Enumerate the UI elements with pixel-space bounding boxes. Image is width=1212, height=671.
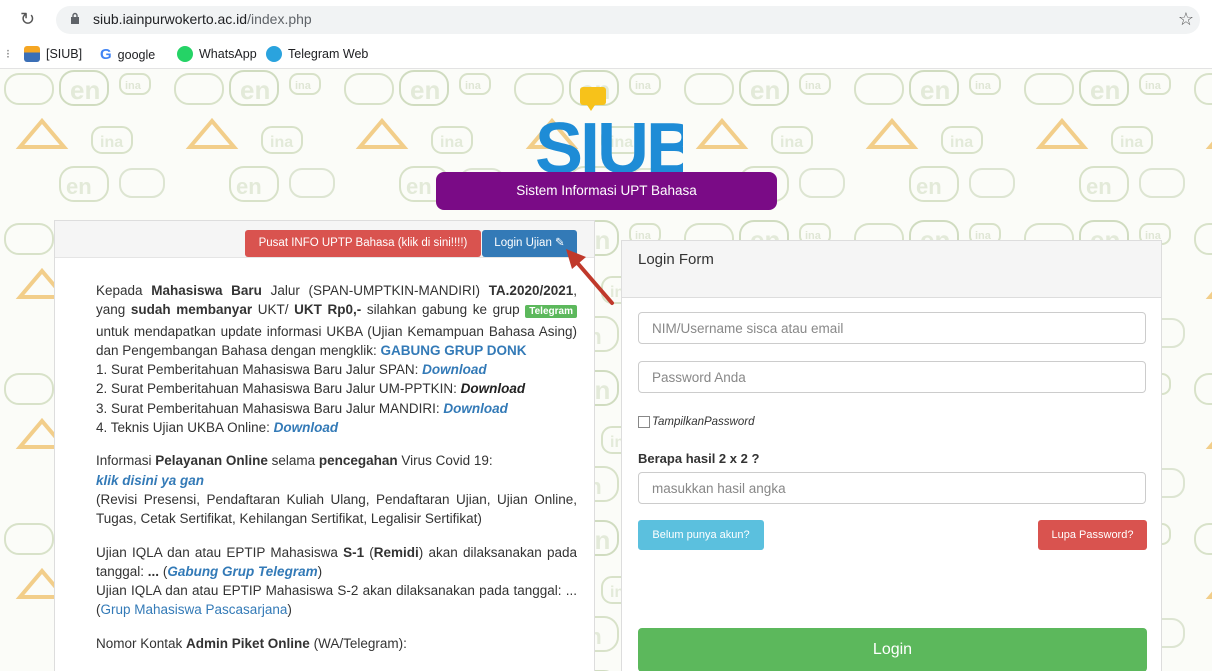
bookmarks-bar: ⁝ [SIUB] G google WhatsApp Telegram Web	[0, 40, 1212, 69]
text: Remidi	[373, 544, 419, 560]
postgrad-group-link[interactable]: Grup Mahasiswa Pascasarjana	[101, 602, 288, 617]
download-link[interactable]: Download	[443, 401, 508, 416]
text: sudah membanyar	[130, 302, 253, 318]
text: Ujian IQLA dan atau EPTIP Mahasiswa	[96, 544, 344, 560]
list-item: 4. Teknis Ujian UKBA Online: Download	[96, 418, 577, 437]
show-password-label: TampilkanPassword	[652, 416, 755, 428]
siub-favicon-icon	[24, 46, 40, 62]
register-button[interactable]: Belum punya akun?	[638, 520, 764, 550]
text: S-1	[343, 544, 365, 560]
text: ...	[147, 563, 160, 579]
text: 2. Surat Pemberitahuan Mahasiswa Baru Ja…	[96, 381, 461, 397]
info-panel: Pusat INFO UPTP Bahasa (klik di sini!!!!…	[54, 220, 595, 671]
red-arrow-annotation	[566, 249, 614, 305]
login-button[interactable]: Login	[638, 628, 1147, 671]
login-form-header: Login Form	[622, 241, 1161, 298]
google-icon: G	[100, 46, 112, 63]
bookmark-whatsapp[interactable]: WhatsApp	[177, 46, 257, 62]
text: 4. Teknis Ujian UKBA Online:	[96, 420, 274, 436]
text: Kepada	[96, 283, 152, 298]
bookmark-label: [SIUB]	[46, 47, 83, 61]
text: Admin Piket Online	[186, 635, 310, 651]
text: silahkan gabung ke grup	[361, 302, 526, 318]
text: pencegahan	[318, 453, 398, 469]
forgot-password-button[interactable]: Lupa Password?	[1038, 520, 1147, 550]
telegram-group-link[interactable]: Gabung Grup Telegram	[167, 564, 317, 579]
show-password-checkbox[interactable]	[638, 416, 650, 428]
exam-schedule-s2: Ujian IQLA dan atau EPTIP Mahasiswa S-2 …	[96, 581, 577, 620]
url-text[interactable]: siub.iainpurwokerto.ac.id/index.php	[93, 11, 312, 27]
whatsapp-icon	[177, 46, 193, 62]
lock-icon	[71, 12, 79, 24]
contact-info: Nomor Kontak Admin Piket Online (WA/Tele…	[96, 634, 577, 653]
browser-address-bar: ↻ siub.iainpurwokerto.ac.id/index.php ☆	[0, 0, 1212, 40]
list-item: 2. Surat Pemberitahuan Mahasiswa Baru Ja…	[96, 379, 577, 398]
page-body: en ina ina en SIUB Sistem Informasi UPT …	[0, 69, 1212, 671]
online-service-list: (Revisi Presensi, Pendaftaran Kuliah Ula…	[96, 491, 577, 527]
captcha-answer-input[interactable]	[638, 472, 1146, 504]
apps-icon[interactable]: ⁝	[6, 46, 10, 61]
download-link[interactable]: Download	[461, 381, 526, 396]
exam-schedule-info: Ujian IQLA dan atau EPTIP Mahasiswa S-1 …	[96, 543, 577, 582]
bookmark-label: google	[117, 47, 156, 62]
bookmark-google[interactable]: G google	[100, 46, 155, 63]
text: (	[364, 544, 374, 560]
login-form-title: Login Form	[638, 251, 714, 268]
join-group-link[interactable]: GABUNG GRUP DONK	[380, 343, 526, 358]
bookmark-telegram[interactable]: Telegram Web	[266, 46, 368, 62]
text: )	[287, 602, 292, 618]
text: 1. Surat Pemberitahuan Mahasiswa Baru Ja…	[96, 362, 423, 378]
text: Pelayanan Online	[155, 453, 268, 469]
reload-icon[interactable]: ↻	[20, 9, 35, 30]
info-center-button[interactable]: Pusat INFO UPTP Bahasa (klik di sini!!!!…	[245, 230, 481, 257]
telegram-icon	[266, 46, 282, 62]
text: selama	[267, 453, 319, 469]
list-item: 3. Surat Pemberitahuan Mahasiswa Baru Ja…	[96, 399, 577, 418]
text: Jalur (SPAN-UMPTKIN-MANDIRI)	[261, 283, 489, 298]
info-panel-header: Pusat INFO UPTP Bahasa (klik di sini!!!!…	[55, 221, 594, 258]
online-service-info: Informasi Pelayanan Online selama penceg…	[96, 451, 577, 470]
password-input[interactable]	[638, 361, 1146, 393]
online-service-link[interactable]: klik disini ya gan	[96, 473, 204, 488]
site-subtitle-banner: Sistem Informasi UPT Bahasa	[436, 172, 777, 210]
text: 3. Surat Pemberitahuan Mahasiswa Baru Ja…	[96, 400, 444, 416]
info-content: Kepada Mahasiswa Baru Jalur (SPAN-UMPTKI…	[96, 281, 577, 653]
show-password-toggle[interactable]: TampilkanPassword	[638, 416, 754, 428]
text: )	[317, 563, 323, 579]
announcement-new-students: Kepada Mahasiswa Baru Jalur (SPAN-UMPTKI…	[96, 281, 577, 360]
text: Mahasiswa Baru	[151, 283, 262, 298]
list-item: 1. Surat Pemberitahuan Mahasiswa Baru Ja…	[96, 360, 577, 379]
bookmark-label: WhatsApp	[199, 47, 257, 61]
bookmark-siub[interactable]: [SIUB]	[24, 46, 82, 62]
text: UKT Rp0,-	[294, 302, 362, 318]
text: UKT/	[252, 302, 295, 318]
text: (WA/Telegram):	[309, 635, 407, 651]
login-form-panel: Login Form TampilkanPassword Berapa hasi…	[621, 240, 1162, 671]
login-exam-label: Login Ujian	[494, 237, 552, 249]
bookmark-label: Telegram Web	[288, 47, 369, 61]
download-link[interactable]: Download	[274, 420, 339, 435]
text: Nomor Kontak	[96, 635, 187, 651]
username-input[interactable]	[638, 312, 1146, 344]
text: Informasi	[96, 453, 156, 469]
captcha-question: Berapa hasil 2 x 2 ?	[638, 451, 760, 466]
download-link[interactable]: Download	[422, 362, 487, 377]
text: Virus Covid 19:	[397, 453, 493, 469]
bookmark-star-icon[interactable]: ☆	[1178, 9, 1194, 30]
